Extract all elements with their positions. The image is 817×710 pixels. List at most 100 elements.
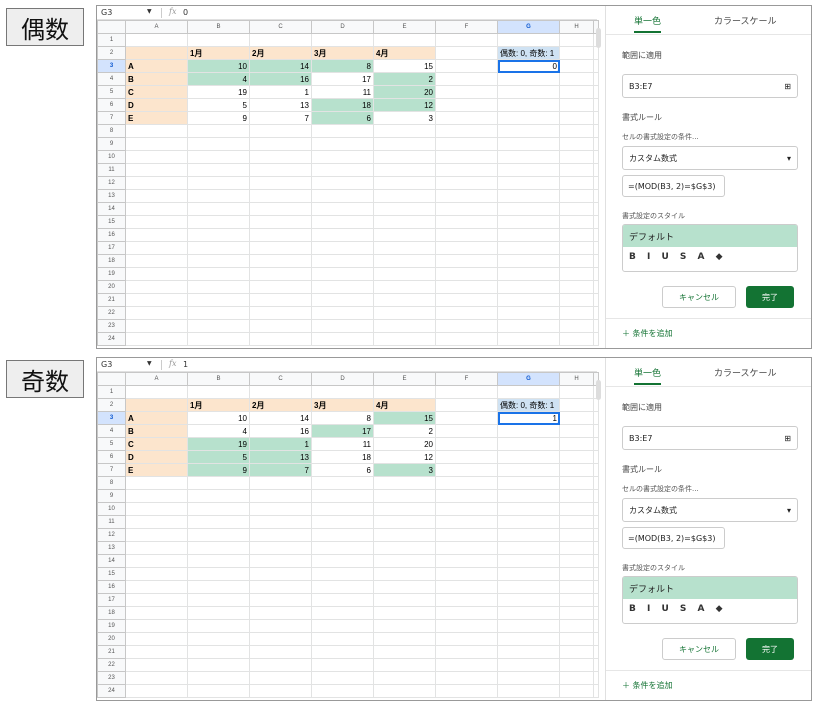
- row-header[interactable]: 2: [97, 46, 126, 60]
- grid-cell[interactable]: [187, 502, 250, 516]
- grid-cell[interactable]: 偶数: 0, 奇数: 1: [497, 398, 560, 412]
- grid-cell[interactable]: [187, 528, 250, 542]
- row-header[interactable]: 16: [97, 228, 126, 242]
- grid-cell[interactable]: [593, 515, 599, 529]
- row-header[interactable]: 24: [97, 332, 126, 346]
- grid-cell[interactable]: [187, 176, 250, 190]
- grid-cell[interactable]: 4: [187, 72, 250, 86]
- grid-cell[interactable]: [187, 293, 250, 307]
- style-toolbar[interactable]: B I U S A ◆: [623, 599, 797, 619]
- row-header[interactable]: 12: [97, 528, 126, 542]
- grid-cell[interactable]: [559, 515, 594, 529]
- grid-cell[interactable]: [497, 671, 560, 685]
- grid-cell[interactable]: [435, 437, 498, 451]
- grid-cell[interactable]: [187, 489, 250, 503]
- grid-cell[interactable]: [435, 215, 498, 229]
- grid-cell[interactable]: [373, 580, 436, 594]
- grid-cell[interactable]: [497, 554, 560, 568]
- grid-cell[interactable]: [373, 645, 436, 659]
- grid-cell[interactable]: [497, 658, 560, 672]
- grid-cell[interactable]: [559, 46, 594, 60]
- grid-cell[interactable]: [187, 554, 250, 568]
- condition-select[interactable]: カスタム数式 ▾: [622, 498, 798, 522]
- grid-cell[interactable]: [593, 606, 599, 620]
- grid-cell[interactable]: [435, 606, 498, 620]
- grid-cell[interactable]: [593, 398, 599, 412]
- grid-cell[interactable]: [593, 645, 599, 659]
- grid-cell[interactable]: [559, 137, 594, 151]
- add-rule-button[interactable]: ＋ 条件を追加: [622, 680, 673, 691]
- row-header[interactable]: 17: [97, 593, 126, 607]
- grid-cell[interactable]: [435, 228, 498, 242]
- grid-cell[interactable]: [559, 306, 594, 320]
- grid-cell[interactable]: [373, 267, 436, 281]
- tab-color-scale[interactable]: カラースケール: [714, 366, 777, 379]
- grid-cell[interactable]: 4月: [373, 398, 436, 412]
- row-header[interactable]: 9: [97, 489, 126, 503]
- grid-cell[interactable]: [559, 98, 594, 112]
- grid-cell[interactable]: [435, 85, 498, 99]
- grid-cell[interactable]: [497, 215, 560, 229]
- row-header[interactable]: 6: [97, 98, 126, 112]
- grid-cell[interactable]: D: [125, 450, 188, 464]
- grid-cell[interactable]: [497, 306, 560, 320]
- row-header[interactable]: 14: [97, 554, 126, 568]
- grid-cell[interactable]: 11: [311, 85, 374, 99]
- row-header[interactable]: 1: [97, 385, 126, 399]
- grid-cell[interactable]: [559, 72, 594, 86]
- grid-cell[interactable]: 14: [249, 411, 312, 425]
- grid-cell[interactable]: [559, 189, 594, 203]
- grid-cell[interactable]: [435, 645, 498, 659]
- grid-cell[interactable]: [373, 332, 436, 346]
- grid-cell[interactable]: [497, 684, 560, 698]
- grid-cell[interactable]: 8: [311, 59, 374, 73]
- grid-cell[interactable]: 19: [187, 85, 250, 99]
- grid-cell[interactable]: [593, 215, 599, 229]
- grid-cell[interactable]: [497, 280, 560, 294]
- grid-cell[interactable]: [559, 437, 594, 451]
- grid-cell[interactable]: [125, 306, 188, 320]
- row-header[interactable]: 5: [97, 437, 126, 451]
- grid-cell[interactable]: [125, 228, 188, 242]
- grid-cell[interactable]: [497, 515, 560, 529]
- grid-cell[interactable]: 17: [311, 424, 374, 438]
- corner-cell[interactable]: [97, 20, 126, 34]
- grid-cell[interactable]: [249, 580, 312, 594]
- grid-cell[interactable]: [373, 515, 436, 529]
- grid-cell[interactable]: E: [125, 463, 188, 477]
- grid-cell[interactable]: [593, 85, 599, 99]
- grid-cell[interactable]: [373, 280, 436, 294]
- grid-cell[interactable]: [435, 137, 498, 151]
- grid-cell[interactable]: [435, 202, 498, 216]
- grid-cell[interactable]: [497, 85, 560, 99]
- grid-cell[interactable]: [373, 476, 436, 490]
- grid-cell[interactable]: 13: [249, 98, 312, 112]
- grid-cell[interactable]: [125, 176, 188, 190]
- grid-cell[interactable]: [435, 658, 498, 672]
- grid-cell[interactable]: [125, 332, 188, 346]
- column-header[interactable]: G: [497, 20, 560, 34]
- grid-cell[interactable]: [187, 254, 250, 268]
- grid-cell[interactable]: 6: [311, 111, 374, 125]
- grid-cell[interactable]: [187, 124, 250, 138]
- grid-cell[interactable]: [373, 306, 436, 320]
- grid-cell[interactable]: [311, 189, 374, 203]
- grid-cell[interactable]: [435, 463, 498, 477]
- grid-cell[interactable]: [373, 489, 436, 503]
- grid-cell[interactable]: [593, 150, 599, 164]
- grid-cell[interactable]: [311, 606, 374, 620]
- grid-cell[interactable]: [559, 150, 594, 164]
- grid-cell[interactable]: [187, 137, 250, 151]
- grid-cell[interactable]: [187, 385, 250, 399]
- row-header[interactable]: 8: [97, 476, 126, 490]
- grid-cell[interactable]: 12: [373, 450, 436, 464]
- grid-cell[interactable]: [593, 424, 599, 438]
- grid-cell[interactable]: [249, 632, 312, 646]
- grid-cell[interactable]: [125, 606, 188, 620]
- grid-cell[interactable]: [559, 411, 594, 425]
- grid-cell[interactable]: [593, 111, 599, 125]
- grid-cell[interactable]: [373, 163, 436, 177]
- grid-cell[interactable]: [497, 619, 560, 633]
- grid-cell[interactable]: [249, 189, 312, 203]
- row-header[interactable]: 21: [97, 645, 126, 659]
